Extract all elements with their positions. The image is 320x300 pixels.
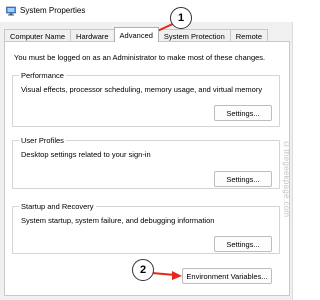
tab-label: Advanced: [119, 30, 153, 40]
system-properties-icon: [6, 6, 16, 16]
user-profiles-settings-button[interactable]: Settings...: [214, 171, 272, 187]
tab-advanced[interactable]: Advanced: [113, 27, 159, 42]
user-profiles-title: User Profiles: [19, 136, 66, 145]
system-properties-window: System Properties Computer Name Hardware…: [0, 0, 293, 300]
tab-label: Hardware: [76, 31, 109, 41]
tab-label: Computer Name: [10, 31, 66, 41]
startup-recovery-settings-button[interactable]: Settings...: [214, 236, 272, 252]
step2-badge: 2: [132, 259, 154, 281]
tab-label: Remote: [235, 31, 263, 41]
environment-variables-button[interactable]: Environment Variables...: [182, 268, 272, 284]
watermark: ©thegeekpage.com: [282, 140, 291, 218]
performance-title: Performance: [19, 71, 66, 80]
step1-badge: 1: [170, 7, 192, 29]
tab-strip: Computer Name Hardware Advanced System P…: [4, 27, 292, 42]
performance-description: Visual effects, processor scheduling, me…: [21, 85, 263, 94]
title-bar: System Properties: [0, 0, 293, 22]
admin-note: You must be logged on as an Administrato…: [14, 53, 266, 62]
window-title: System Properties: [20, 6, 86, 15]
startup-recovery-description: System startup, system failure, and debu…: [21, 216, 215, 225]
user-profiles-description: Desktop settings related to your sign-in: [21, 150, 151, 159]
startup-recovery-title: Startup and Recovery: [19, 202, 96, 211]
tab-label: System Protection: [163, 31, 225, 41]
performance-settings-button[interactable]: Settings...: [214, 105, 272, 121]
